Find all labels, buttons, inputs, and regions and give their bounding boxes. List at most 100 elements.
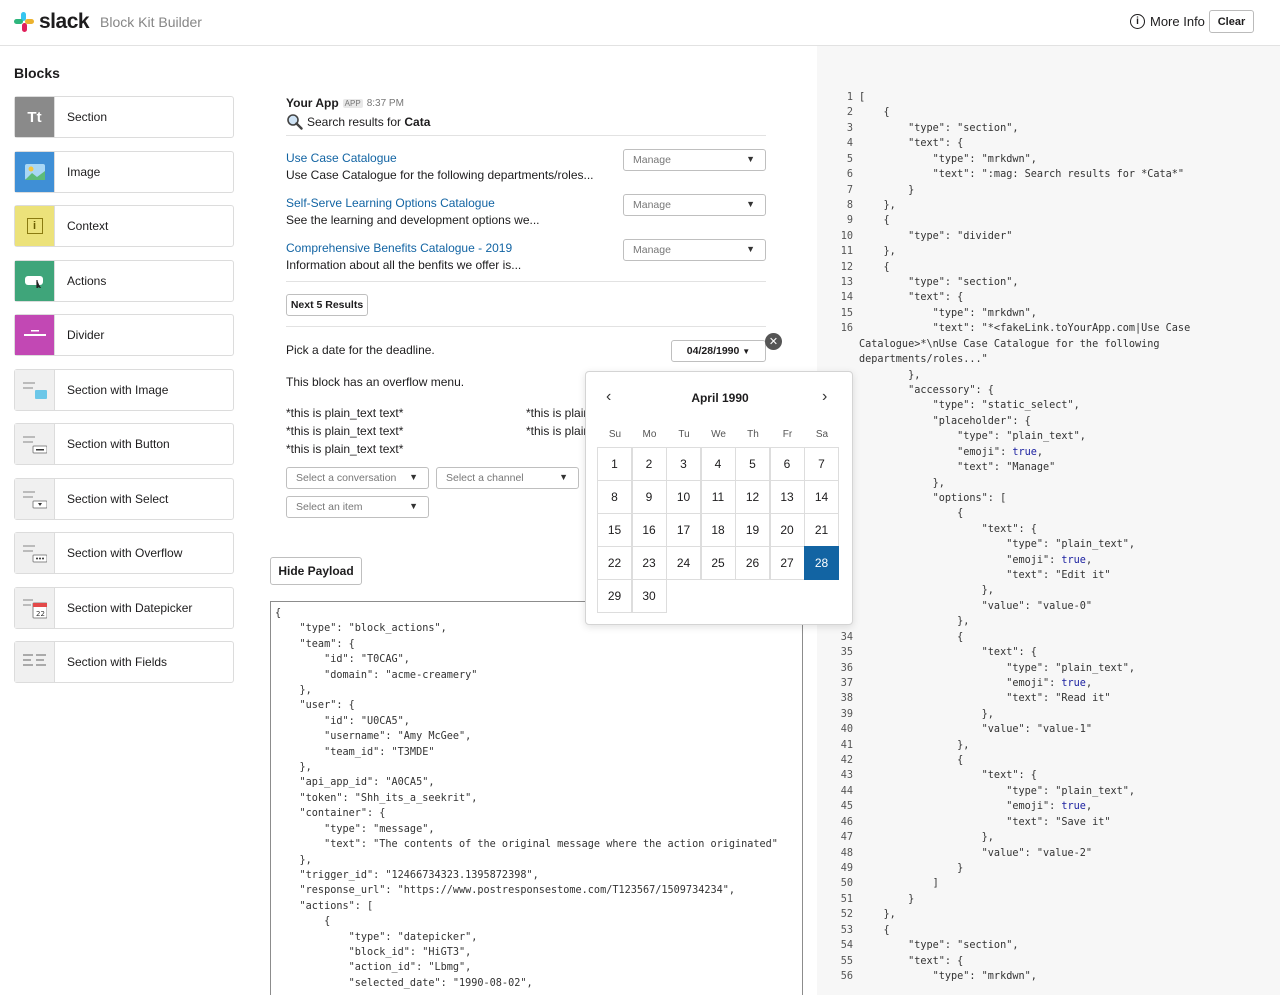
code-line: 7 } <box>817 185 914 196</box>
calendar-day[interactable]: 19 <box>735 513 770 547</box>
payload-panel[interactable]: { "type": "block_actions", "team": { "id… <box>270 601 803 995</box>
code-line: 1[ <box>817 92 865 103</box>
code-line: 55 "text": { <box>817 956 964 967</box>
calendar-day[interactable]: 18 <box>700 513 736 547</box>
calendar-day[interactable]: 24 <box>666 546 701 580</box>
calendar-day[interactable]: 8 <box>597 480 632 514</box>
calendar-day[interactable]: 17 <box>666 513 701 547</box>
line-number: 39 <box>840 708 853 720</box>
calendar-day[interactable]: 1 <box>597 447 632 481</box>
hide-payload-button[interactable]: Hide Payload <box>270 557 362 585</box>
calendar-day[interactable]: 10 <box>666 480 701 514</box>
select-placeholder: Select a channel <box>446 472 524 484</box>
line-number: 12 <box>840 261 853 273</box>
calendar-day[interactable]: 13 <box>769 480 805 514</box>
calendar-day[interactable]: 23 <box>631 546 667 580</box>
line-text: "placeholder": { <box>859 415 1031 427</box>
code-line: 13 "type": "section", <box>817 277 1019 288</box>
conversation-select[interactable]: Select a conversation ▼ <box>286 467 429 489</box>
line-number: 5 <box>846 153 853 165</box>
weekday-label: Th <box>747 429 759 440</box>
code-line: 42 { <box>817 755 964 767</box>
calendar-day[interactable]: 16 <box>631 513 667 547</box>
line-text: { <box>859 924 890 936</box>
calendar-day[interactable]: 15 <box>597 513 632 547</box>
manage-select[interactable]: Manage ▼ <box>623 149 766 171</box>
calendar-day[interactable]: 7 <box>804 447 839 481</box>
line-number: 10 <box>840 230 853 242</box>
calendar-day[interactable]: 22 <box>597 546 632 580</box>
select-placeholder: Select a conversation <box>296 472 397 484</box>
calendar-day[interactable]: 6 <box>769 447 805 481</box>
block-label: Section with Button <box>67 437 170 451</box>
calendar-day[interactable]: 25 <box>700 546 736 580</box>
divider <box>286 281 766 282</box>
more-info-link[interactable]: i More Info <box>1130 14 1205 29</box>
calendar-day[interactable]: 2 <box>631 447 667 481</box>
block-item-section[interactable]: Tt Section <box>14 96 234 138</box>
line-number: 11 <box>840 246 853 258</box>
calendar-day[interactable]: 12 <box>735 480 770 514</box>
line-text: }, <box>859 477 945 489</box>
calendar-day[interactable]: 21 <box>804 513 839 547</box>
code-line: 3 "type": "section", <box>817 122 1019 134</box>
line-text: }, <box>859 246 896 258</box>
calendar-day[interactable]: 26 <box>735 546 770 580</box>
channel-select[interactable]: Select a channel ▼ <box>436 467 579 489</box>
line-text: }, <box>859 909 896 921</box>
calendar-day[interactable]: 29 <box>597 579 632 613</box>
calendar-day[interactable]: 3 <box>666 447 701 481</box>
calendar-day[interactable]: 28 <box>804 546 839 580</box>
block-item-section-fields[interactable]: Section with Fields <box>14 641 234 683</box>
calendar-day[interactable]: 27 <box>769 546 805 580</box>
line-number: 49 <box>840 863 853 874</box>
block-item-context[interactable]: i Context <box>14 205 234 247</box>
block-label: Section with Datepicker <box>67 600 193 615</box>
line-text: "type": "section", <box>859 122 1019 134</box>
line-text: "value": "value-1" <box>859 724 1093 736</box>
calendar-day[interactable]: 20 <box>769 513 805 547</box>
line-number: 34 <box>840 631 853 643</box>
slack-logo[interactable]: slack <box>14 10 90 34</box>
close-icon[interactable]: ✕ <box>765 333 782 350</box>
line-text: }, <box>859 739 970 751</box>
divider <box>286 326 766 327</box>
clear-button[interactable]: Clear <box>1209 10 1254 33</box>
datepicker-button[interactable]: 04/28/1990 ▼ <box>671 340 766 362</box>
json-editor[interactable]: 1[2 {3 "type": "section", 4 "text": {5 "t… <box>817 46 1280 995</box>
message-header: Your App APP 8:37 PM <box>286 96 404 110</box>
calendar-day[interactable]: 4 <box>700 447 736 481</box>
deadline-text: Pick a date for the deadline. <box>286 343 435 357</box>
image-icon <box>15 151 55 192</box>
code-line: 35 "text": { <box>817 647 1037 658</box>
block-item-section-overflow[interactable]: Section with Overflow <box>14 532 234 574</box>
block-item-image[interactable]: Image <box>14 150 234 193</box>
section-datepicker-icon: 22 <box>15 587 55 628</box>
chevron-right-icon[interactable]: › <box>822 388 827 406</box>
weekday-label: Su <box>608 429 622 440</box>
block-item-section-select[interactable]: Section with Select <box>14 477 234 520</box>
chevron-down-icon: ▼ <box>409 472 418 482</box>
calendar-day[interactable]: 5 <box>735 447 770 481</box>
block-label: Section with Fields <box>67 655 168 669</box>
calendar-day[interactable]: 11 <box>700 480 736 514</box>
block-item-actions[interactable]: Actions <box>14 259 234 302</box>
block-item-divider[interactable]: Divider <box>14 314 234 356</box>
line-number: 40 <box>840 724 853 736</box>
calendar-day[interactable]: 9 <box>631 480 667 514</box>
line-number: 42 <box>840 755 853 767</box>
block-item-section-datepicker[interactable]: 22 Section with Datepicker <box>14 586 234 629</box>
field-text: *this is plain_text text* <box>526 424 586 438</box>
calendar-day[interactable]: 30 <box>631 579 667 613</box>
next-results-button[interactable]: Next 5 Results <box>286 294 368 316</box>
line-number: 53 <box>840 924 853 936</box>
app-name[interactable]: Your App <box>286 96 339 110</box>
item-select[interactable]: Select an item ▼ <box>286 496 429 518</box>
calendar-day[interactable]: 14 <box>804 480 839 514</box>
manage-select[interactable]: Manage ▼ <box>623 194 766 216</box>
manage-select[interactable]: Manage ▼ <box>623 239 766 261</box>
line-text: "text": { <box>859 523 1037 535</box>
block-item-section-button[interactable]: Section with Button <box>14 423 234 465</box>
message-time[interactable]: 8:37 PM <box>367 98 404 109</box>
block-item-section-image[interactable]: Section with Image <box>14 368 234 411</box>
